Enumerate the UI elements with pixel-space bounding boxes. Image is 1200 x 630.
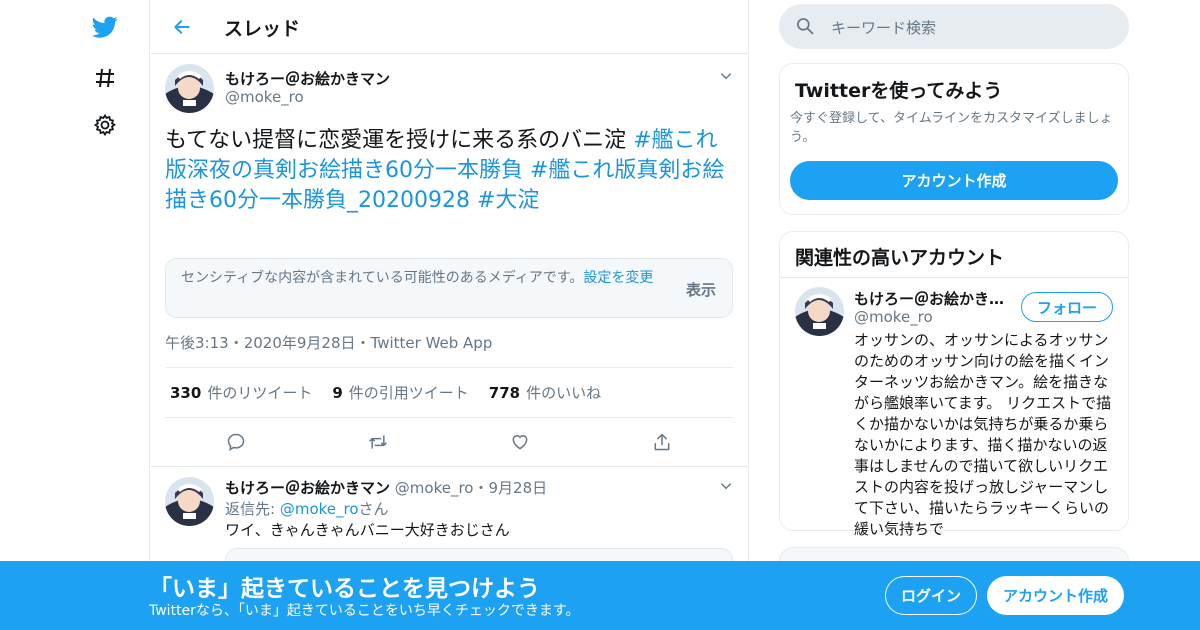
signup-card-desc: 今すぐ登録して、タイムラインをカスタマイズしましょう。 bbox=[790, 111, 1113, 145]
main-column: スレッド もけろー＠お絵かきマン @moke_ro もてない提督に恋愛運を授けに… bbox=[149, 0, 749, 630]
share-icon[interactable] bbox=[650, 430, 674, 454]
page-header: スレッド bbox=[150, 0, 748, 54]
search-input[interactable]: キーワード検索 bbox=[831, 17, 936, 38]
tweet-stats: 330 件のリツイート 9 件の引用ツイート 778 件のいいね bbox=[165, 367, 733, 418]
reply-author-name[interactable]: もけろー＠お絵かきマン bbox=[225, 479, 390, 497]
retweet-stat[interactable]: 330 件のリツイート bbox=[170, 382, 312, 403]
related-avatar[interactable] bbox=[795, 287, 844, 336]
retweet-count: 330 bbox=[170, 384, 202, 402]
chevron-down-icon[interactable] bbox=[716, 66, 736, 86]
avatar[interactable] bbox=[165, 64, 214, 113]
page-title: スレッド bbox=[224, 18, 301, 40]
related-accounts-card: 関連性の高いアカウント もけろー＠お絵かきマン @moke_ro フォロー オッ… bbox=[779, 231, 1129, 538]
signup-button[interactable]: アカウント作成 bbox=[987, 576, 1124, 615]
show-media-button[interactable]: 表示 bbox=[686, 279, 716, 300]
signup-card-title: Twitterを使ってみよう bbox=[795, 80, 1003, 102]
author-name[interactable]: もけろー＠お絵かきマン bbox=[225, 68, 390, 89]
retweet-icon[interactable] bbox=[366, 430, 390, 454]
meta-separator: ・ bbox=[473, 479, 489, 497]
tweet-meta: 午後3:13・2020年9月28日・Twitter Web App bbox=[165, 332, 492, 353]
search-bar[interactable]: キーワード検索 bbox=[779, 4, 1129, 49]
related-name[interactable]: もけろー＠お絵かきマン bbox=[854, 288, 1006, 309]
like-stat[interactable]: 778 件のいいね bbox=[489, 382, 601, 403]
back-arrow-icon[interactable] bbox=[168, 13, 196, 41]
banner-title: 「いま」起きていることを見つけよう bbox=[149, 576, 540, 602]
reply-avatar[interactable] bbox=[165, 477, 214, 526]
like-count: 778 bbox=[488, 384, 521, 402]
reply-to-suffix: さん bbox=[358, 500, 389, 518]
tweet-date[interactable]: 2020年9月28日 bbox=[244, 334, 356, 352]
divider bbox=[780, 277, 1128, 278]
retweet-label: 件のリツイート bbox=[207, 384, 313, 402]
sensitive-warning-text: センシティブな内容が含まれている可能性のあるメディアです。設定を変更 bbox=[181, 269, 671, 288]
divider bbox=[150, 466, 748, 467]
tweet-source[interactable]: Twitter Web App bbox=[371, 334, 493, 352]
gear-icon[interactable] bbox=[90, 110, 120, 140]
hashtag-icon[interactable] bbox=[90, 63, 120, 93]
search-icon bbox=[795, 16, 815, 36]
meta-separator: ・ bbox=[355, 334, 371, 352]
banner-subtitle: Twitterなら、「いま」起きていることをいち早くチェックできます。 bbox=[149, 603, 580, 619]
login-button[interactable]: ログイン bbox=[885, 576, 977, 615]
quote-label: 件の引用ツイート bbox=[348, 384, 469, 402]
tweet-text-plain: もてない提督に恋愛運を授けに来る系のバニ淀 bbox=[165, 128, 634, 153]
reply-author-handle[interactable]: @moke_ro bbox=[395, 479, 474, 497]
left-nav bbox=[80, 0, 130, 630]
change-settings-link[interactable]: 設定を変更 bbox=[583, 270, 653, 286]
meta-separator: ・ bbox=[228, 334, 244, 352]
tweet-actions bbox=[165, 420, 733, 465]
sensitive-media-warning: センシティブな内容が含まれている可能性のあるメディアです。設定を変更 表示 bbox=[165, 258, 733, 318]
bottom-banner: 「いま」起きていることを見つけよう Twitterなら、「いま」起きていることを… bbox=[0, 561, 1200, 630]
quote-count: 9 bbox=[332, 384, 343, 402]
author-handle[interactable]: @moke_ro bbox=[225, 88, 304, 106]
reply-to: 返信先: @moke_roさん bbox=[225, 498, 389, 519]
create-account-button[interactable]: アカウント作成 bbox=[790, 161, 1118, 200]
signup-card: Twitterを使ってみよう 今すぐ登録して、タイムラインをカスタマイズしましょ… bbox=[779, 63, 1129, 215]
like-label: 件のいいね bbox=[526, 384, 602, 402]
twitter-bird-icon[interactable] bbox=[90, 12, 120, 42]
related-handle[interactable]: @moke_ro bbox=[854, 308, 933, 326]
tweet-time[interactable]: 午後3:13 bbox=[165, 334, 229, 352]
follow-button[interactable]: フォロー bbox=[1021, 292, 1113, 322]
reply-date[interactable]: 9月28日 bbox=[489, 479, 548, 497]
reply-text: ワイ、きゃんきゃんバニー大好きおじさん bbox=[225, 521, 510, 539]
tweet-text: もてない提督に恋愛運を授けに来る系のバニ淀 #艦これ版深夜の真剣お絵描き60分一… bbox=[165, 126, 735, 216]
sensitive-warning-label: センシティブな内容が含まれている可能性のあるメディアです。 bbox=[181, 270, 584, 286]
chevron-down-icon[interactable] bbox=[716, 476, 736, 496]
like-icon[interactable] bbox=[508, 430, 532, 454]
reply-to-handle[interactable]: @moke_ro bbox=[280, 500, 359, 518]
quote-stat[interactable]: 9 件の引用ツイート bbox=[332, 382, 468, 403]
hashtag-link[interactable]: #大淀 bbox=[477, 188, 539, 213]
reply-icon[interactable] bbox=[224, 430, 248, 454]
reply-header: もけろー＠お絵かきマン @moke_ro・9月28日 bbox=[225, 477, 547, 498]
related-accounts-title: 関連性の高いアカウント bbox=[795, 247, 1005, 269]
related-bio: オッサンの、オッサンによるオッサンのためのオッサン向けの絵を描くインターネッツお… bbox=[854, 331, 1112, 538]
reply-to-label: 返信先: bbox=[225, 500, 280, 518]
